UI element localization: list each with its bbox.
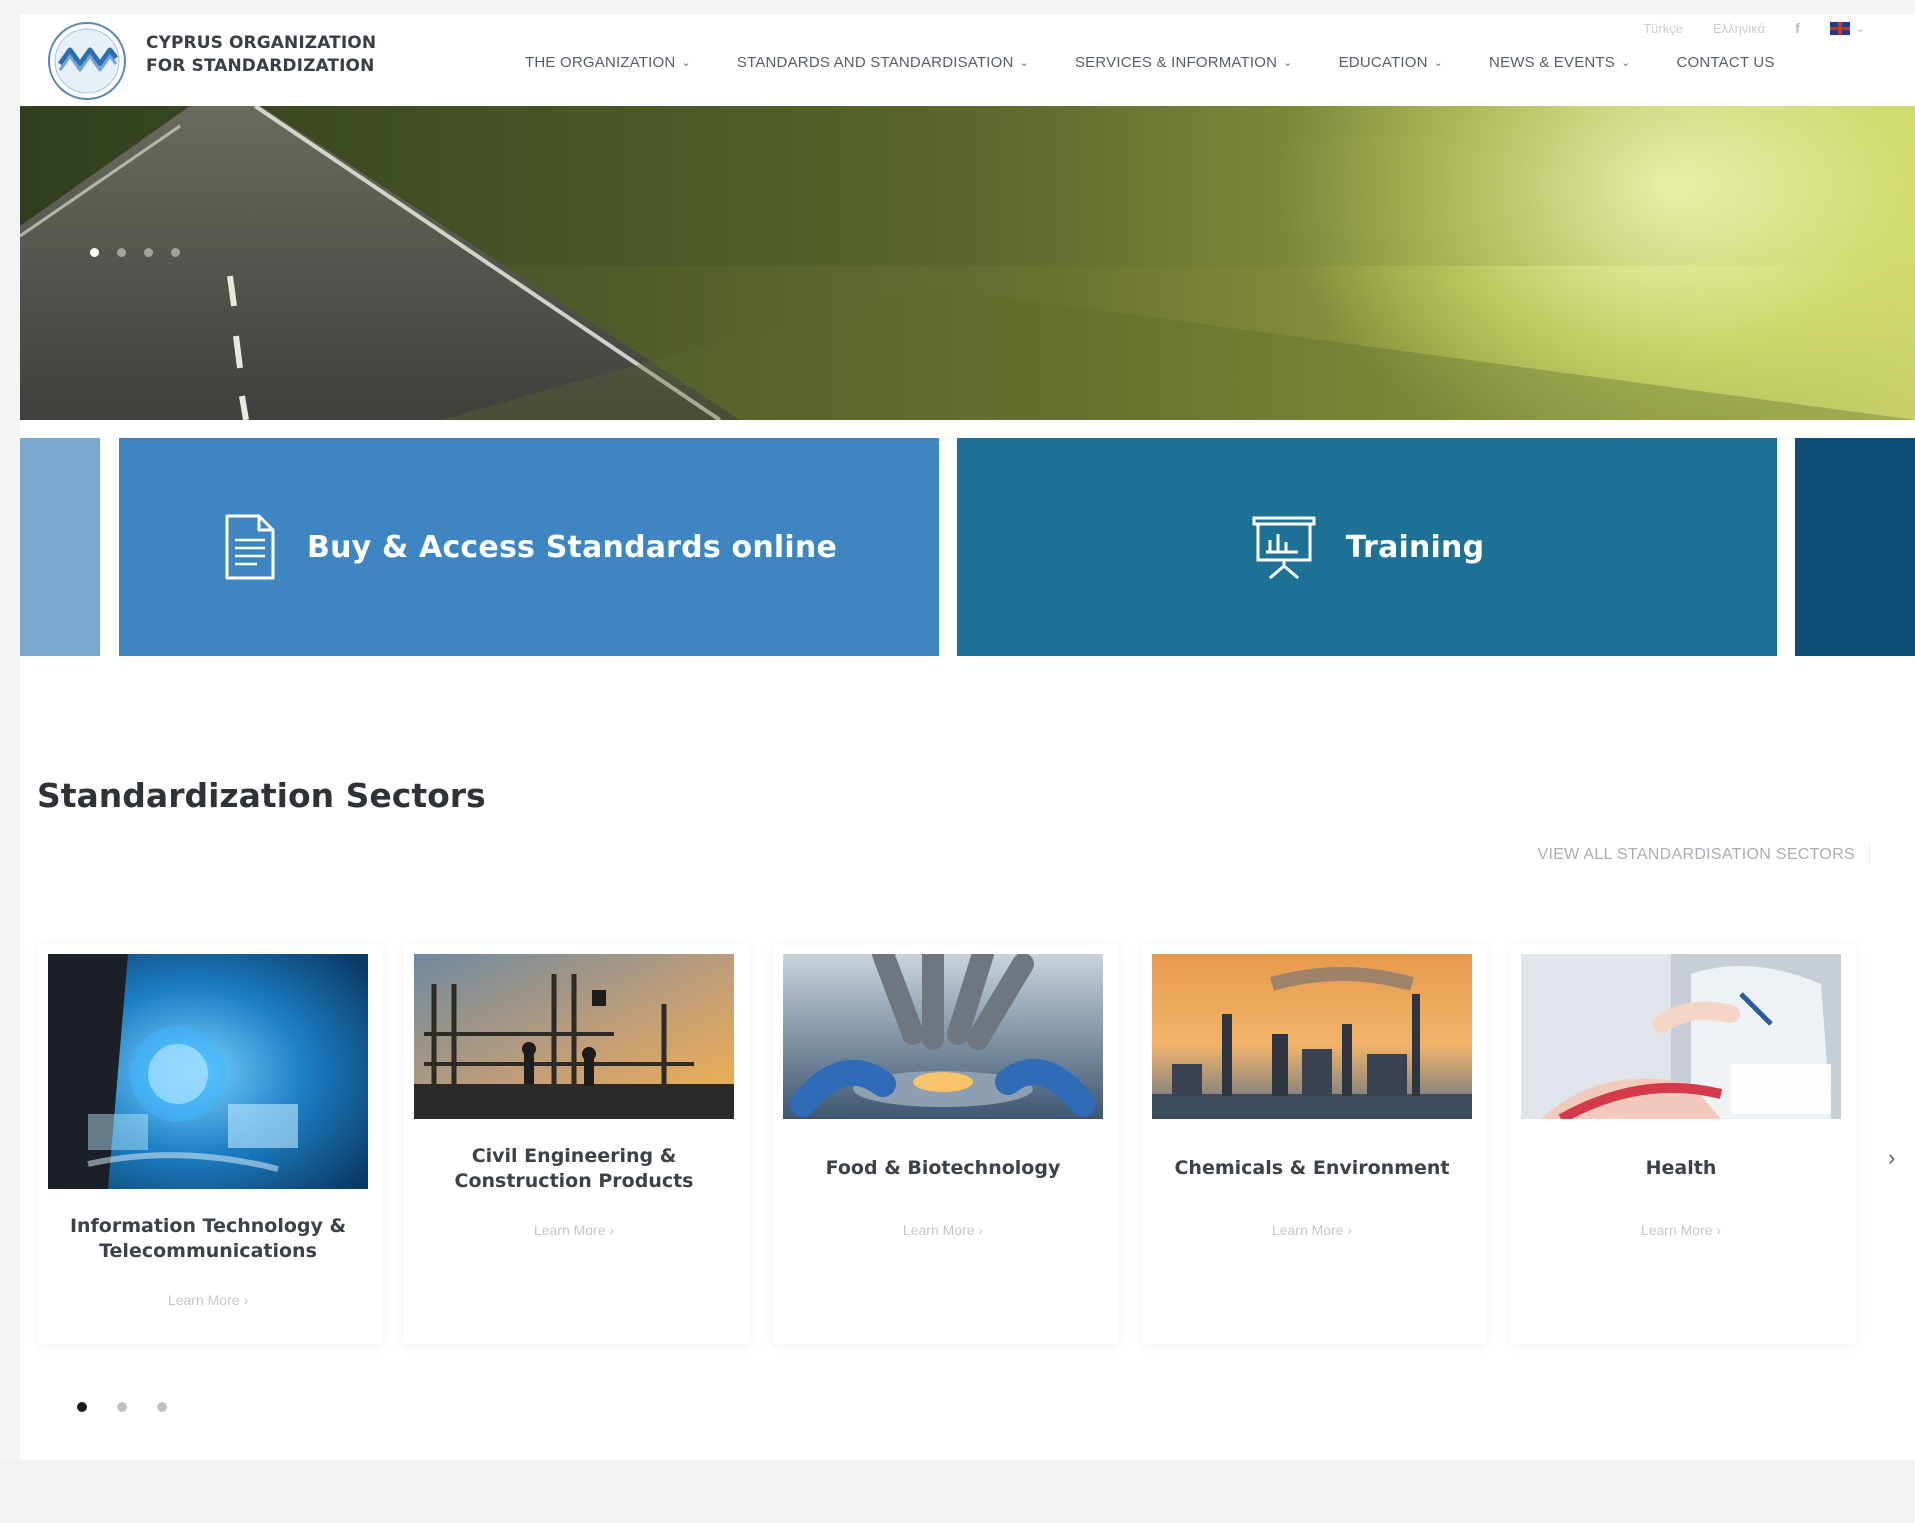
- nav-label: CONTACT US: [1676, 54, 1775, 71]
- sector-card-chemicals-environment[interactable]: Chemicals & Environment Learn More ›: [1142, 944, 1487, 1344]
- chevron-down-icon: ⌄: [1019, 57, 1029, 69]
- org-name-line2: FOR STANDARDIZATION: [146, 56, 375, 76]
- sector-card-title: Information Technology & Telecommunicati…: [69, 1215, 347, 1262]
- hero-dot-1[interactable]: [90, 248, 99, 257]
- sector-card-title: Chemicals & Environment: [1174, 1157, 1450, 1179]
- hero-dot-2[interactable]: [117, 248, 126, 257]
- training-label: Training: [1345, 529, 1485, 565]
- nav-label: THE ORGANIZATION: [525, 54, 676, 71]
- hero-pagination: [90, 248, 180, 257]
- section-title: Standardization Sectors: [37, 776, 486, 815]
- nav-label: EDUCATION: [1338, 54, 1428, 71]
- sector-image-health: [1521, 954, 1841, 1119]
- tile-next-peek[interactable]: [1795, 438, 1915, 656]
- nav-services-information[interactable]: SERVICES & INFORMATION ⌄: [1075, 54, 1293, 71]
- chevron-down-icon: ⌄: [1283, 57, 1293, 69]
- carousel-dot-2[interactable]: [117, 1402, 127, 1412]
- page: CYPRUS ORGANIZATION FOR STANDARDIZATION …: [0, 0, 1915, 1523]
- learn-more-link[interactable]: Learn More ›: [1142, 1222, 1482, 1238]
- nav-news-events[interactable]: NEWS & EVENTS ⌄: [1489, 54, 1630, 71]
- tile-previous-peek[interactable]: [20, 438, 100, 656]
- nav-label: NEWS & EVENTS: [1489, 54, 1616, 71]
- buy-access-standards-label: Buy & Access Standards online: [307, 529, 837, 565]
- chevron-down-icon: ⌄: [1433, 57, 1444, 69]
- chevron-down-icon: ⌄: [1621, 57, 1631, 69]
- learn-more-link[interactable]: Learn More ›: [404, 1222, 744, 1238]
- sector-carousel: Information Technology & Telecommunicati…: [38, 944, 1883, 1344]
- hero-road-image: [20, 106, 1915, 420]
- sector-card-it-telecom[interactable]: Information Technology & Telecommunicati…: [38, 944, 383, 1344]
- language-turkish-link[interactable]: Türkçe: [1643, 21, 1683, 36]
- hero-slider[interactable]: [20, 106, 1915, 420]
- presentation-board-icon: [1252, 516, 1316, 580]
- sector-image-microscope: [783, 954, 1103, 1119]
- facebook-icon[interactable]: f: [1795, 20, 1800, 36]
- language-greek-link[interactable]: Ελληνικά: [1713, 21, 1765, 36]
- carousel-dot-3[interactable]: [157, 1402, 167, 1412]
- carousel-dot-1[interactable]: [77, 1402, 87, 1412]
- learn-more-link[interactable]: Learn More ›: [38, 1292, 378, 1308]
- page-bottom-band: [0, 1460, 1915, 1523]
- main-nav: THE ORGANIZATION ⌄ STANDARDS AND STANDAR…: [525, 54, 1775, 71]
- nav-the-organization[interactable]: THE ORGANIZATION ⌄: [525, 54, 691, 71]
- sector-carousel-pagination: [77, 1402, 167, 1412]
- nav-contact-us[interactable]: CONTACT US: [1676, 54, 1774, 71]
- top-utility-bar: Türkçe Ελληνικά f ⌄: [1643, 20, 1865, 36]
- sector-card-food-biotech[interactable]: Food & Biotechnology Learn More ›: [773, 944, 1118, 1344]
- nav-label: STANDARDS AND STANDARDISATION: [736, 54, 1014, 71]
- hero-dot-3[interactable]: [144, 248, 153, 257]
- nav-education[interactable]: EDUCATION ⌄: [1339, 54, 1443, 71]
- sector-image-it: [48, 954, 368, 1189]
- hero-dot-4[interactable]: [171, 248, 180, 257]
- training-tile[interactable]: Training: [957, 438, 1777, 656]
- sector-card-health[interactable]: Health Learn More ›: [1511, 944, 1856, 1344]
- nav-label: SERVICES & INFORMATION: [1074, 54, 1278, 71]
- buy-access-standards-tile[interactable]: Buy & Access Standards online: [119, 438, 939, 656]
- cys-logo-icon[interactable]: [46, 20, 128, 102]
- sector-card-title: Health: [1645, 1157, 1717, 1179]
- language-caret-icon[interactable]: ⌄: [1856, 22, 1865, 35]
- chevron-down-icon: ⌄: [681, 57, 691, 69]
- learn-more-link[interactable]: Learn More ›: [1511, 1222, 1851, 1238]
- uk-flag-icon[interactable]: [1829, 21, 1850, 35]
- view-all-sectors-link[interactable]: VIEW ALL STANDARDISATION SECTORS: [1537, 846, 1870, 864]
- sector-image-construction: [414, 954, 734, 1119]
- site-frame: CYPRUS ORGANIZATION FOR STANDARDIZATION …: [20, 14, 1915, 1464]
- org-name-line1: CYPRUS ORGANIZATION: [146, 33, 377, 53]
- sector-card-title: Food & Biotechnology: [825, 1157, 1061, 1179]
- nav-standards-and-standardisation[interactable]: STANDARDS AND STANDARDISATION ⌄: [737, 54, 1029, 71]
- document-icon: [225, 514, 275, 580]
- sector-card-civil-engineering[interactable]: Civil Engineering & Construction Product…: [404, 944, 749, 1344]
- org-name[interactable]: CYPRUS ORGANIZATION FOR STANDARDIZATION: [146, 32, 376, 78]
- site-header: CYPRUS ORGANIZATION FOR STANDARDIZATION …: [20, 14, 1915, 106]
- sector-image-refinery: [1152, 954, 1472, 1119]
- learn-more-link[interactable]: Learn More ›: [773, 1222, 1113, 1238]
- carousel-next-arrow-icon[interactable]: ›: [1888, 1145, 1895, 1171]
- sector-card-title: Civil Engineering & Construction Product…: [454, 1145, 694, 1192]
